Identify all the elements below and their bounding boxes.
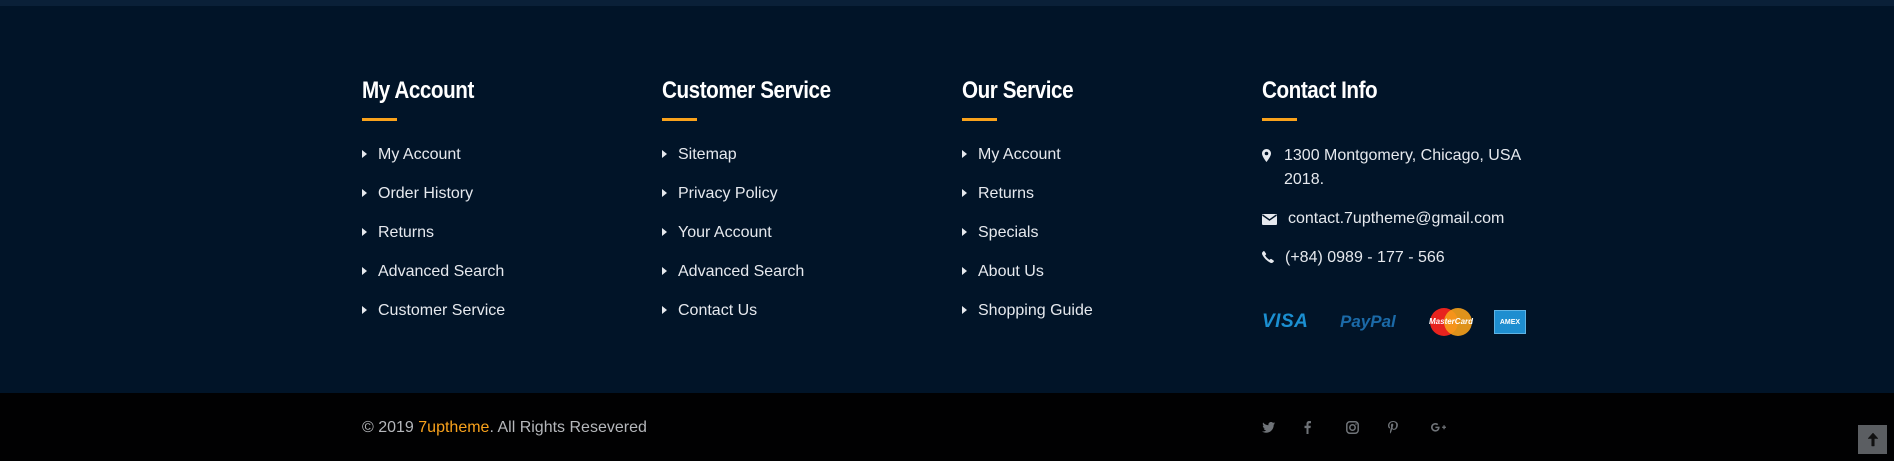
- link-list: Sitemap Privacy Policy Your Account Adva…: [662, 144, 952, 339]
- caret-right-icon: [662, 227, 667, 236]
- instagram-icon[interactable]: [1346, 417, 1388, 437]
- caret-right-icon: [962, 305, 967, 314]
- footer-link-your-account[interactable]: Your Account: [662, 222, 952, 261]
- mastercard-label: MasterCard: [1429, 317, 1474, 326]
- footer-link-returns[interactable]: Returns: [962, 183, 1252, 222]
- google-plus-icon[interactable]: [1430, 417, 1472, 437]
- contact-address: 1300 Montgomery, Chicago, USA 2018.: [1262, 144, 1562, 207]
- footer-main: My Account My Account Order History Retu…: [0, 6, 1894, 393]
- link-list: My Account Returns Specials About Us Sho…: [962, 144, 1252, 339]
- title-underline: [362, 118, 397, 121]
- address-line-1: 1300 Montgomery, Chicago, USA: [1284, 147, 1522, 164]
- footer-link-customer-service[interactable]: Customer Service: [362, 300, 652, 339]
- footer-link-order-history[interactable]: Order History: [362, 183, 652, 222]
- footer-link-my-account[interactable]: My Account: [962, 144, 1252, 183]
- phone-text: (+84) 0989 - 177 - 566: [1285, 249, 1445, 266]
- footer-bottom-bar: © 2019 7uptheme. All Rights Resevered: [0, 393, 1894, 461]
- footer-column-our-service: Our Service My Account Returns Specials …: [962, 76, 1252, 339]
- caret-right-icon: [962, 149, 967, 158]
- phone-icon: [1262, 246, 1284, 263]
- visa-logo: VISA: [1262, 311, 1309, 332]
- caret-right-icon: [662, 305, 667, 314]
- footer-link-contact-us[interactable]: Contact Us: [662, 300, 952, 339]
- caret-right-icon: [662, 188, 667, 197]
- footer-link-my-account[interactable]: My Account: [362, 144, 652, 183]
- address-line-2: 2018.: [1284, 171, 1325, 188]
- caret-right-icon: [362, 305, 367, 314]
- footer-column-my-account: My Account My Account Order History Retu…: [362, 76, 652, 339]
- amex-logo: AMEX: [1494, 310, 1526, 334]
- pinterest-icon[interactable]: [1388, 417, 1430, 437]
- title-underline: [662, 118, 697, 121]
- payment-methods: VISA PayPal MasterCard AMEX: [1262, 306, 1562, 338]
- footer-link-privacy-policy[interactable]: Privacy Policy: [662, 183, 952, 222]
- caret-right-icon: [362, 266, 367, 275]
- column-title: Our Service: [962, 77, 1074, 104]
- title-underline: [1262, 118, 1297, 121]
- footer-link-returns[interactable]: Returns: [362, 222, 652, 261]
- caret-right-icon: [962, 266, 967, 275]
- facebook-icon[interactable]: [1304, 417, 1346, 437]
- column-title: My Account: [362, 77, 474, 104]
- caret-right-icon: [362, 227, 367, 236]
- title-underline: [962, 118, 997, 121]
- column-title: Contact Info: [1262, 77, 1378, 104]
- mastercard-logo: MasterCard: [1428, 307, 1474, 337]
- caret-right-icon: [662, 266, 667, 275]
- caret-right-icon: [362, 188, 367, 197]
- email-text: contact.7uptheme@gmail.com: [1288, 210, 1505, 227]
- caret-right-icon: [962, 227, 967, 236]
- copyright-prefix: © 2019: [362, 419, 419, 436]
- brand-link[interactable]: 7uptheme: [418, 419, 489, 436]
- arrow-up-icon: [1866, 432, 1879, 447]
- caret-right-icon: [362, 149, 367, 158]
- copyright-text: © 2019 7uptheme. All Rights Resevered: [362, 419, 647, 437]
- column-title: Customer Service: [662, 77, 831, 104]
- footer-link-specials[interactable]: Specials: [962, 222, 1252, 261]
- contact-phone[interactable]: (+84) 0989 - 177 - 566: [1262, 246, 1562, 285]
- footer-link-advanced-search[interactable]: Advanced Search: [662, 261, 952, 300]
- footer-column-contact-info: Contact Info 1300 Montgomery, Chicago, U…: [1262, 76, 1562, 338]
- caret-right-icon: [662, 149, 667, 158]
- paypal-logo: PayPal: [1340, 312, 1396, 331]
- footer-column-customer-service: Customer Service Sitemap Privacy Policy …: [662, 76, 952, 339]
- footer-link-about-us[interactable]: About Us: [962, 261, 1252, 300]
- envelope-icon: [1262, 207, 1284, 225]
- social-links: [1262, 417, 1472, 437]
- twitter-icon[interactable]: [1262, 417, 1304, 437]
- footer-link-shopping-guide[interactable]: Shopping Guide: [962, 300, 1252, 339]
- copyright-suffix: . All Rights Resevered: [489, 419, 647, 436]
- link-list: My Account Order History Returns Advance…: [362, 144, 652, 339]
- map-marker-icon: [1262, 144, 1284, 162]
- back-to-top-button[interactable]: [1858, 425, 1887, 454]
- caret-right-icon: [962, 188, 967, 197]
- footer-link-sitemap[interactable]: Sitemap: [662, 144, 952, 183]
- contact-email[interactable]: contact.7uptheme@gmail.com: [1262, 207, 1562, 246]
- contact-details: 1300 Montgomery, Chicago, USA 2018. conta…: [1262, 144, 1562, 285]
- footer-link-advanced-search[interactable]: Advanced Search: [362, 261, 652, 300]
